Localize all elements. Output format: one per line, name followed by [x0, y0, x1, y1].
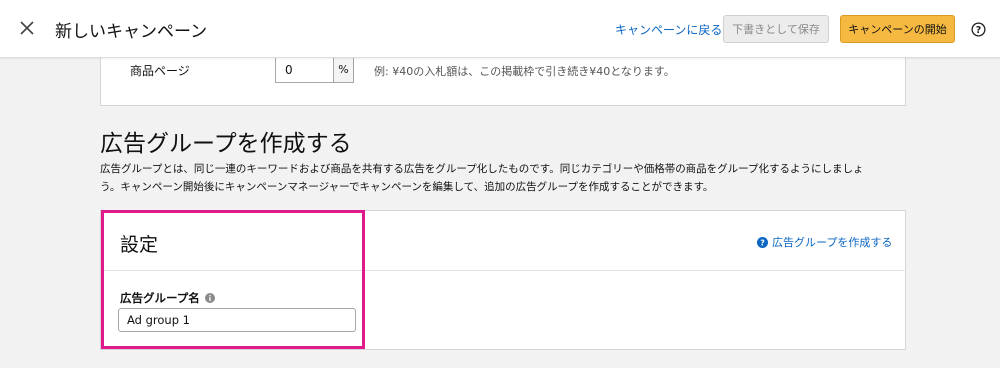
- description-line-2: う。キャンペーン開始後にキャンペーンマネージャーでキャンペーンを編集して、追加の…: [100, 181, 714, 193]
- help-icon[interactable]: ?: [971, 22, 986, 37]
- percent-suffix: %: [333, 56, 354, 83]
- question-circle-icon: ?: [757, 236, 768, 248]
- ad-group-description: 広告グループとは、同じ一連のキーワードおよび商品を共有する広告をグループ化したも…: [100, 160, 906, 196]
- svg-text:?: ?: [976, 25, 981, 36]
- bid-example-text: 例: ¥40の入札額は、この掲載枠で引き続き¥40となります。: [374, 65, 675, 78]
- product-page-label: 商品ページ: [130, 64, 190, 78]
- ad-group-name-label-text: 広告グループ名: [120, 291, 200, 305]
- settings-divider: [100, 270, 906, 271]
- back-to-campaigns-link[interactable]: キャンペーンに戻る: [615, 21, 722, 38]
- ad-group-name-input[interactable]: [118, 308, 356, 332]
- top-bar: 新しいキャンペーン キャンペーンに戻る 下書きとして保存 キャンペーンの開始 ?: [0, 0, 1000, 58]
- settings-title: 設定: [120, 234, 159, 256]
- create-ad-group-link-label: 広告グループを作成する: [772, 236, 893, 249]
- ad-group-section-heading: 広告グループを作成する: [100, 131, 352, 157]
- close-icon[interactable]: [18, 19, 36, 37]
- start-campaign-button[interactable]: キャンペーンの開始: [840, 15, 955, 43]
- info-icon[interactable]: [204, 293, 215, 303]
- save-draft-button[interactable]: 下書きとして保存: [723, 15, 829, 43]
- create-ad-group-link[interactable]: ? 広告グループを作成する: [757, 234, 892, 250]
- description-line-1: 広告グループとは、同じ一連のキーワードおよび商品を共有する広告をグループ化したも…: [100, 163, 864, 175]
- svg-text:?: ?: [760, 238, 765, 247]
- ad-group-name-label: 広告グループ名: [120, 290, 215, 306]
- page-title: 新しいキャンペーン: [55, 22, 208, 42]
- product-page-bid-input[interactable]: [275, 56, 333, 83]
